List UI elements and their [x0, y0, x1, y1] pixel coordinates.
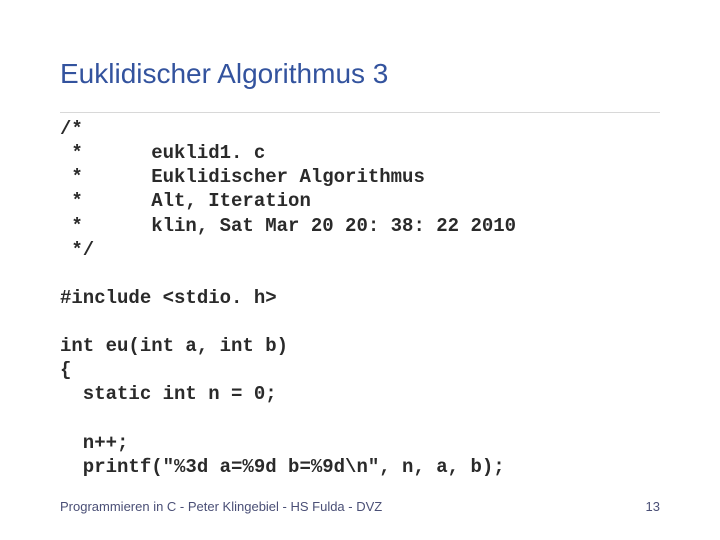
slide: Euklidischer Algorithmus 3 /* * euklid1.…	[0, 0, 720, 540]
footer: Programmieren in C - Peter Klingebiel - …	[60, 499, 660, 514]
code-listing: /* * euklid1. c * Euklidischer Algorithm…	[60, 112, 660, 479]
footer-text: Programmieren in C - Peter Klingebiel - …	[60, 499, 382, 514]
page-number: 13	[646, 499, 660, 514]
slide-title: Euklidischer Algorithmus 3	[60, 58, 660, 90]
